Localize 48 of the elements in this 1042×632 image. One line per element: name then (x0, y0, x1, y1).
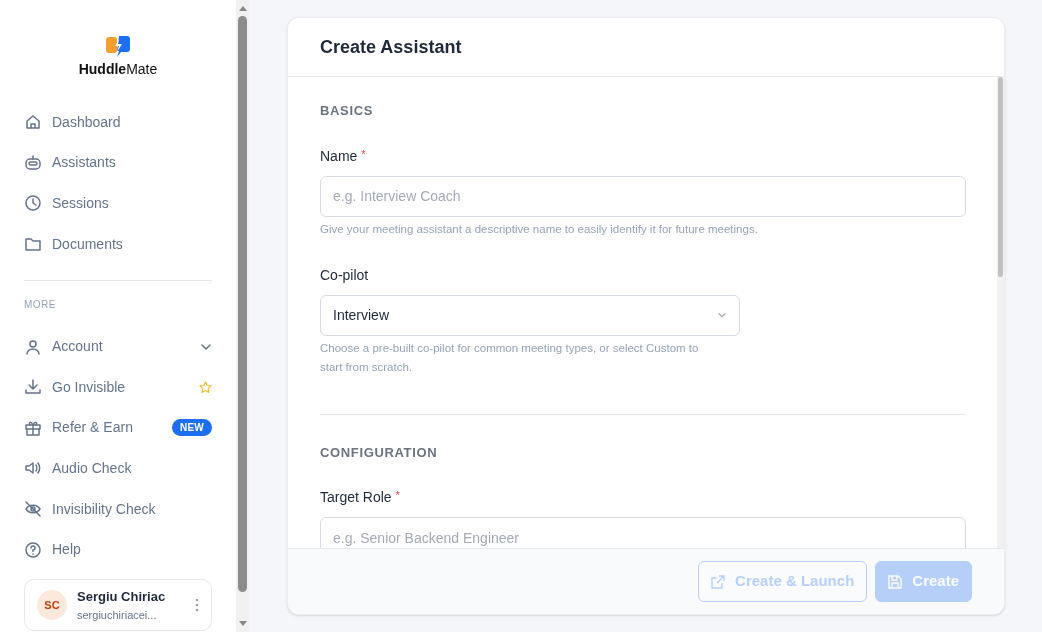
robot-icon (24, 153, 42, 172)
card-title: Create Assistant (320, 35, 462, 59)
field-label: Target Role (320, 488, 392, 507)
user-card[interactable]: SC Sergiu Chiriac sergiuchiriacei... (24, 579, 212, 631)
external-link-icon (711, 574, 726, 589)
scrollbar[interactable] (997, 77, 1004, 548)
nav-item[interactable]: Refer & Earn NEW (24, 407, 212, 449)
avatar: SC (37, 590, 67, 620)
clock-icon (24, 194, 42, 213)
section-heading: MORE (24, 298, 57, 313)
star-icon (199, 380, 212, 394)
folder-icon (24, 235, 42, 254)
brand-name: HuddleMate (78, 60, 158, 79)
text-field[interactable]: e.g. Interview Coach (320, 175, 966, 217)
nav-item[interactable]: Go Invisible (24, 366, 212, 408)
nav-item[interactable]: Assistants (24, 142, 212, 184)
download-icon (24, 378, 42, 397)
nav-item[interactable]: Account (24, 326, 212, 367)
nav-item[interactable]: Dashboard (24, 102, 212, 143)
user-name: Sergiu Chiriac (77, 588, 167, 606)
scroll-up-icon[interactable] (238, 5, 247, 11)
chevron-icon (717, 310, 727, 320)
help-text: Choose a pre-built co-pilot for common meeting types, or select Custom to start from scratch. (320, 340, 700, 375)
nav-item[interactable]: Invisibility Check (24, 488, 212, 530)
text-field[interactable]: e.g. Senior Backend Engineer (320, 517, 966, 548)
logo-icon (106, 35, 130, 57)
help-icon (24, 540, 42, 559)
new-badge: NEW (171, 419, 212, 437)
nav-item[interactable]: Audio Check (24, 448, 212, 489)
scroll-down-icon[interactable] (238, 621, 247, 627)
nav-item[interactable]: Documents (24, 223, 212, 265)
user-email: sergiuchiriacei... (77, 607, 158, 623)
eye-off-icon (24, 500, 42, 519)
required-mark: * (361, 146, 366, 162)
nav-item[interactable]: Help (24, 529, 212, 570)
section-heading: CONFIGURATION (320, 443, 439, 462)
help-text: Give your meeting assistant a descriptive name to easily identify it for future meetings. (320, 221, 759, 237)
user-icon (24, 337, 42, 356)
select-field[interactable]: Interview (320, 294, 740, 336)
home-icon (24, 113, 42, 132)
save-icon (888, 574, 903, 589)
scrollbar[interactable] (236, 0, 249, 632)
nav-item[interactable]: Sessions (24, 183, 212, 224)
more-icon[interactable] (195, 598, 199, 612)
section-heading: BASICS (320, 102, 375, 120)
field-label: Name (320, 146, 358, 166)
field-label: Co-pilot (320, 265, 369, 285)
required-mark: * (395, 488, 400, 503)
